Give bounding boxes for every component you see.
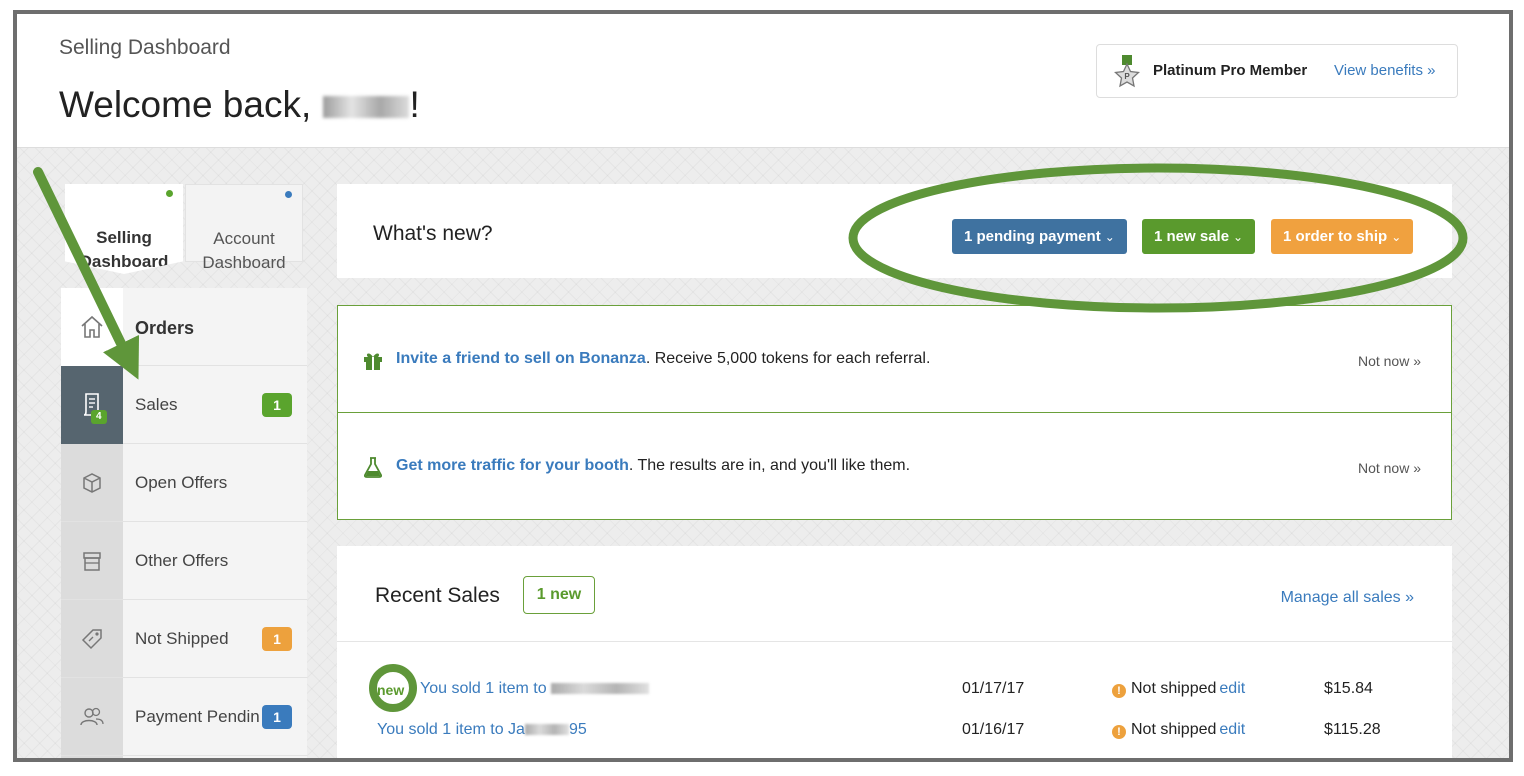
sale-text-suffix: 95 xyxy=(568,721,587,738)
flask-icon xyxy=(363,457,383,478)
promo-more-traffic: Get more traffic for your booth. The res… xyxy=(337,412,1452,520)
redacted-buyer xyxy=(551,683,650,695)
pending-payment-button[interactable]: 1 pending payment ⌄ xyxy=(952,219,1127,254)
promo-description: . The results are in, and you'll like th… xyxy=(628,457,911,474)
chevron-down-icon: ⌄ xyxy=(1104,230,1115,244)
recent-sales-title: Recent Sales xyxy=(375,584,500,607)
sidebar-item-label: Payment Pendin xyxy=(135,707,260,726)
promo-text: Get more traffic for your booth. The res… xyxy=(396,457,910,475)
sidebar-item-label: Sales xyxy=(135,395,178,414)
breadcrumb: Selling Dashboard xyxy=(59,36,231,59)
promo-description: . Receive 5,000 tokens for each referral… xyxy=(645,350,931,367)
box-icon xyxy=(61,444,123,522)
sale-price: $15.84 xyxy=(1324,680,1373,697)
chevron-down-icon: ⌄ xyxy=(1233,230,1244,244)
tab-selling-dashboard[interactable]: Selling Dashboard xyxy=(65,184,183,274)
welcome-suffix: ! xyxy=(409,84,420,125)
sales-icon-badge: 4 xyxy=(91,410,107,424)
more-traffic-link[interactable]: Get more traffic for your booth xyxy=(396,457,629,474)
page-header: Selling Dashboard Welcome back, ! P Plat… xyxy=(17,14,1509,148)
sale-text: You sold 1 item to Ja xyxy=(377,721,525,738)
shipping-status: ! Not shipped edit xyxy=(1112,680,1245,698)
receipt-icon: 4 xyxy=(61,366,123,444)
users-icon xyxy=(61,678,123,756)
notification-dot xyxy=(285,191,292,198)
sidebar-item-open-offers[interactable]: Open Offers xyxy=(61,444,307,522)
status-text: Not shipped xyxy=(1131,680,1217,697)
not-now-link[interactable]: Not now » xyxy=(1358,353,1421,369)
pill-label: 1 order to ship xyxy=(1283,228,1388,245)
divider xyxy=(337,641,1452,642)
sidebar-item-label: Not Shipped xyxy=(135,629,229,648)
home-icon xyxy=(61,288,123,366)
sidebar-heading-label: Orders xyxy=(135,318,195,338)
membership-label: Platinum Pro Member xyxy=(1153,62,1308,79)
shipping-status: ! Not shipped edit xyxy=(1112,721,1245,739)
new-tag: new xyxy=(377,682,405,698)
sale-link[interactable]: You sold 1 item to Ja 95 xyxy=(377,721,587,739)
count-badge: 1 xyxy=(262,705,292,729)
sidebar-item-label: Open Offers xyxy=(135,473,228,492)
medal-icon: P xyxy=(1114,55,1140,88)
view-benefits-link[interactable]: View benefits » xyxy=(1334,62,1435,79)
tag-icon xyxy=(61,600,123,678)
sidebar-item-not-shipped[interactable]: Not Shipped 1 xyxy=(61,600,307,678)
invite-friend-link[interactable]: Invite a friend to sell on Bonanza xyxy=(396,350,646,367)
promo-invite-friend: Invite a friend to sell on Bonanza. Rece… xyxy=(337,305,1452,413)
status-text: Not shipped xyxy=(1131,721,1217,738)
count-badge: 1 xyxy=(262,627,292,651)
pill-label: 1 pending payment xyxy=(964,228,1101,245)
gift-icon xyxy=(364,353,382,370)
sale-price: $115.28 xyxy=(1324,721,1381,738)
tab-account-dashboard-label: Account Dashboard xyxy=(202,229,286,272)
order-to-ship-button[interactable]: 1 order to ship ⌄ xyxy=(1271,219,1414,254)
sale-link[interactable]: You sold 1 item to xyxy=(420,680,650,698)
table-row: new You sold 1 item to 01/17/17 ! Not shi… xyxy=(337,680,1452,704)
new-count-badge: 1 new xyxy=(523,576,595,614)
svg-text:P: P xyxy=(1124,72,1130,81)
edit-link[interactable]: edit xyxy=(1219,721,1245,738)
welcome-prefix: Welcome back, xyxy=(59,84,322,125)
sidebar-item-sales[interactable]: 4 Sales 1 xyxy=(61,366,307,444)
membership-box: P Platinum Pro Member View benefits » xyxy=(1096,44,1458,98)
dashboard-tabs: Selling Dashboard Account Dashboard xyxy=(65,184,303,274)
whats-new-title: What's new? xyxy=(373,222,493,245)
sale-date: 01/16/17 xyxy=(962,721,1025,738)
edit-link[interactable]: edit xyxy=(1219,680,1245,697)
sale-date: 01/17/17 xyxy=(962,680,1025,697)
sidebar-item-payment-pending[interactable]: Payment Pendin 1 xyxy=(61,678,307,756)
sidebar-item-other-offers[interactable]: Other Offers xyxy=(61,522,307,600)
not-now-link[interactable]: Not now » xyxy=(1358,460,1421,476)
sidebar-item-label: Other Offers xyxy=(135,551,229,570)
notification-dot xyxy=(166,190,173,197)
count-badge: 1 xyxy=(262,393,292,417)
tab-selling-dashboard-label: Selling Dashboard xyxy=(79,228,169,271)
warning-icon: ! xyxy=(1112,684,1126,698)
warning-icon: ! xyxy=(1112,725,1126,739)
chevron-down-icon: ⌄ xyxy=(1391,230,1402,244)
redacted-username xyxy=(322,96,409,119)
sidebar: Orders 4 Sales 1 Open Offers Other Offer… xyxy=(61,288,307,758)
browser-frame: Selling Dashboard Welcome back, ! P Plat… xyxy=(13,10,1513,762)
manage-all-sales-link[interactable]: Manage all sales » xyxy=(1281,589,1414,607)
sidebar-heading-orders[interactable]: Orders xyxy=(61,288,307,366)
storefront-icon xyxy=(61,522,123,600)
pill-label: 1 new sale xyxy=(1154,228,1230,245)
whats-new-card: What's new? 1 pending payment ⌄ 1 new sal… xyxy=(337,184,1452,278)
table-row: You sold 1 item to Ja 95 01/16/17 ! Not sh… xyxy=(337,721,1452,745)
page-title: Welcome back, ! xyxy=(59,84,420,126)
redacted-buyer xyxy=(524,724,569,736)
tab-account-dashboard[interactable]: Account Dashboard xyxy=(185,184,303,272)
recent-sales-card: Recent Sales 1 new Manage all sales » ne… xyxy=(337,546,1452,758)
sale-text: You sold 1 item to xyxy=(420,680,552,697)
new-sale-button[interactable]: 1 new sale ⌄ xyxy=(1142,219,1256,254)
promo-text: Invite a friend to sell on Bonanza. Rece… xyxy=(396,350,930,368)
